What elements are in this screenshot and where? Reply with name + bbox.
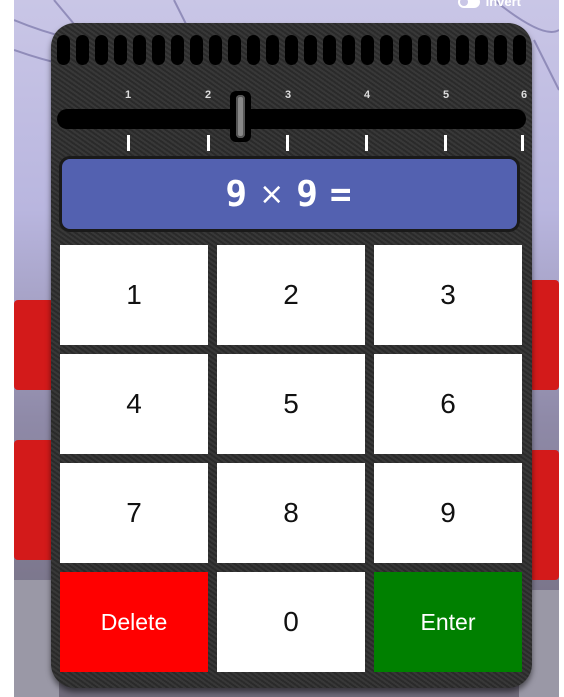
speaker-slot [190,35,203,65]
speaker-slot [399,35,412,65]
speaker-slot [266,35,279,65]
key-8[interactable]: 8 [217,463,365,563]
speaker-slot [361,35,374,65]
speaker-slot [513,35,526,65]
invert-toggle[interactable]: Invert [457,0,521,9]
speaker-slot [57,35,70,65]
speaker-slot [456,35,469,65]
slider-tick-label: 1 [125,89,132,101]
speaker-slot [342,35,355,65]
operator: × [259,176,287,212]
speaker-slot [304,35,317,65]
key-5[interactable]: 5 [217,354,365,454]
toggle-switch-icon[interactable] [457,0,480,8]
equals-sign: = [329,173,354,215]
slider-tick-mark [286,135,289,151]
key-4[interactable]: 4 [60,354,208,454]
speaker-slot [475,35,488,65]
speaker-grille [57,35,526,65]
speaker-slot [323,35,336,65]
operand-b: 9 [296,173,320,215]
slider-tick-labels: 1 2 3 4 5 6 [51,89,532,103]
speaker-slot [209,35,222,65]
speaker-slot [152,35,165,65]
key-7[interactable]: 7 [60,463,208,563]
slider-tick-label: 5 [443,89,450,101]
speaker-slot [228,35,241,65]
slider-track[interactable] [57,109,526,129]
slider-tick-mark [365,135,368,151]
speaker-slot [285,35,298,65]
speaker-slot [114,35,127,65]
speaker-slot [133,35,146,65]
speaker-slot [380,35,393,65]
calculator-panel: 123456 9 × 9 = 1 2 3 4 5 6 7 8 9 Delete … [51,23,532,688]
key-3[interactable]: 3 [374,245,522,345]
keypad: 1 2 3 4 5 6 7 8 9 Delete 0 Enter [60,245,522,672]
speaker-slot [76,35,89,65]
problem-display: 9 × 9 = [62,159,517,229]
speaker-slot [171,35,184,65]
slider-tick-mark [127,135,130,151]
key-9[interactable]: 9 [374,463,522,563]
key-0[interactable]: 0 [217,572,365,672]
slider-tick-mark [521,135,524,151]
operand-a: 9 [225,173,250,215]
slider-tick-label: 2 [205,89,212,101]
slider-tick-label: 4 [364,89,371,101]
slider-tick-marks [51,135,532,151]
invert-label: Invert [485,0,521,9]
key-6[interactable]: 6 [374,354,522,454]
delete-button[interactable]: Delete [60,572,208,672]
speaker-slot [437,35,450,65]
slider-tick-mark [207,135,210,151]
speaker-slot [247,35,260,65]
speaker-slot [494,35,507,65]
slider-tick-mark [444,135,447,151]
speaker-slot [418,35,431,65]
enter-button[interactable]: Enter [374,572,522,672]
slider-tick-label: 3 [285,89,292,101]
key-1[interactable]: 1 [60,245,208,345]
key-2[interactable]: 2 [217,245,365,345]
speaker-slot [95,35,108,65]
slider-tick-label: 6 [521,89,528,101]
